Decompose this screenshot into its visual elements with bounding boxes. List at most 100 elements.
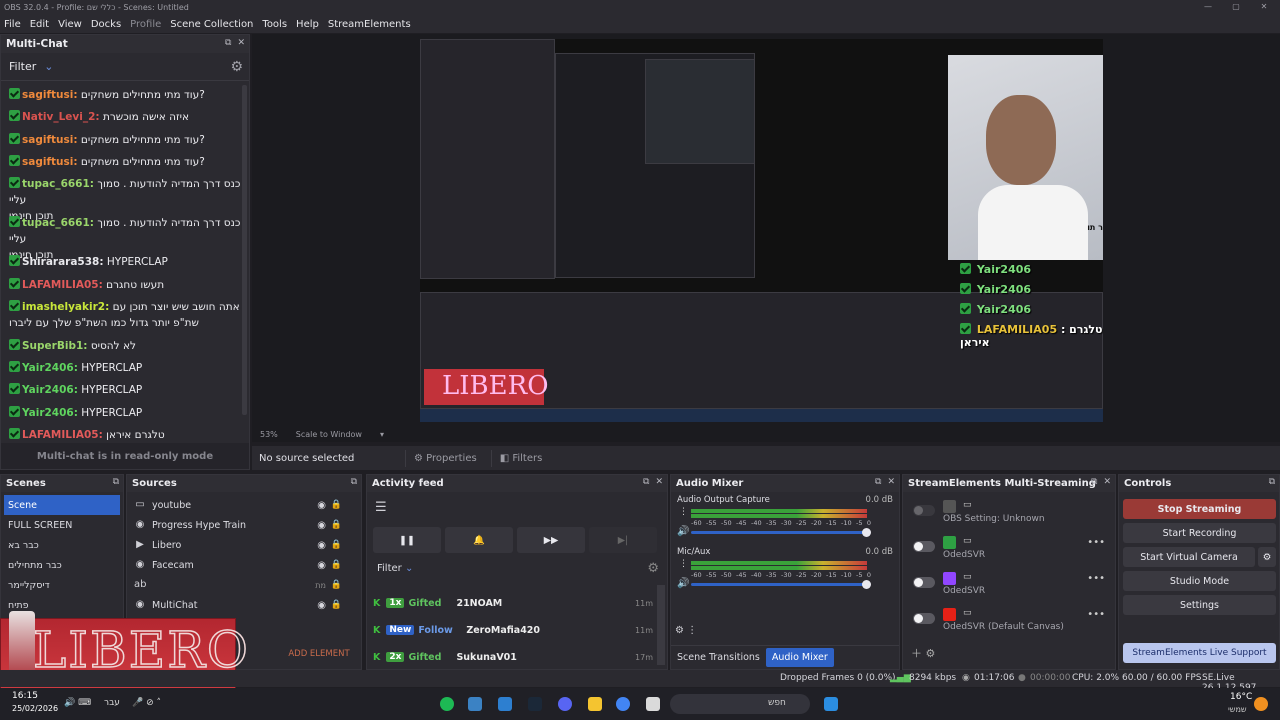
stream-toggle[interactable] [913, 613, 935, 624]
maximize-icon[interactable]: ▢ [1230, 2, 1242, 11]
close-window-icon[interactable]: ✕ [1258, 2, 1270, 11]
stop-streaming-button[interactable]: Stop Streaming [1123, 499, 1276, 519]
lock-icon[interactable]: 🔒 [331, 500, 342, 510]
gear-icon[interactable]: ⚙ [230, 59, 243, 75]
settings-button[interactable]: Settings [1123, 595, 1276, 615]
pause-button[interactable]: ❚❚ [373, 527, 441, 553]
lock-icon[interactable]: 🔒 [331, 520, 342, 530]
eye-icon[interactable]: ◉ [317, 520, 326, 531]
lock-icon[interactable]: 🔒 [331, 580, 342, 590]
scene-item[interactable]: דיסקליימר [4, 575, 120, 595]
chrome-icon[interactable] [616, 697, 630, 711]
add-icon[interactable]: ＋ ⚙ [911, 645, 935, 661]
hamburger-icon[interactable]: ☰ [375, 500, 387, 515]
weather-temp[interactable]: 16°C [1230, 692, 1252, 702]
scene-item[interactable]: Scene [4, 495, 120, 515]
speaker-icon[interactable]: 🔊 [677, 578, 689, 589]
close-dock-icon[interactable]: ✕ [655, 477, 663, 487]
channel-menu-icon[interactable]: ⋮ [679, 559, 688, 569]
source-item[interactable]: ab מת 🔒 [130, 575, 352, 595]
menu-streamelements[interactable]: StreamElements [328, 19, 411, 30]
menu-help[interactable]: Help [296, 19, 319, 30]
studio-mode-button[interactable]: Studio Mode [1123, 571, 1276, 591]
eye-icon[interactable]: ◉ [317, 560, 326, 571]
float-icon[interactable]: ⧉ [225, 38, 231, 48]
clock-date[interactable]: 25/02/2026 [12, 704, 58, 713]
source-item[interactable]: ◉ MultiChat ◉ 🔒 [130, 595, 352, 615]
stream-toggle[interactable] [913, 505, 935, 516]
speaker-icon[interactable]: 🔊 [677, 526, 689, 537]
activity-filter[interactable]: Filter ⌄ [377, 563, 413, 574]
float-icon[interactable]: ⧉ [643, 477, 649, 487]
eye-icon[interactable]: ◉ [317, 600, 326, 611]
source-item[interactable]: ▶ Libero ◉ 🔒 [130, 535, 352, 555]
close-dock-icon[interactable]: ✕ [237, 38, 245, 48]
menu-scene-collection[interactable]: Scene Collection [170, 19, 253, 30]
float-icon[interactable]: ⧉ [351, 477, 357, 487]
activity-row[interactable]: K New Follow ZeroMafia420 11m [373, 620, 661, 640]
chat-scrollbar[interactable] [242, 85, 247, 415]
more-icon[interactable]: ••• [1087, 573, 1105, 584]
windows-start-icon[interactable] [824, 697, 838, 711]
explorer-icon[interactable] [588, 697, 602, 711]
multichat-filter[interactable]: Filter ⌄ ⚙ [1, 53, 249, 81]
stream-toggle[interactable] [913, 577, 935, 588]
scene-item[interactable]: כבר מתחילים [4, 555, 120, 575]
channel-menu-icon[interactable]: ⋮ [679, 507, 688, 517]
filters-button[interactable]: ◧ Filters [490, 449, 551, 467]
discord-icon[interactable] [558, 697, 572, 711]
tray-icons[interactable]: 🔊 ⌨ [64, 698, 91, 708]
feed-scrollbar[interactable] [657, 585, 665, 665]
lock-icon[interactable]: 🔒 [331, 540, 342, 550]
source-item[interactable]: ▭ youtube ◉ 🔒 [130, 495, 352, 515]
more-icon[interactable]: ••• [1087, 537, 1105, 548]
activity-row[interactable]: K 2x Gifted SukunaV01 17m [373, 647, 661, 667]
start-recording-button[interactable]: Start Recording [1123, 523, 1276, 543]
menu-edit[interactable]: Edit [30, 19, 49, 30]
stream-target-row[interactable]: ▭ OdedSVR ••• [911, 571, 1111, 601]
language-indicator[interactable]: עבר [104, 698, 120, 708]
mixer-gear-icon[interactable]: ⚙ ⋮ [675, 625, 697, 636]
volume-slider[interactable] [691, 580, 871, 589]
stream-target-row[interactable]: ▭ OdedSVR (Default Canvas) ••• [911, 607, 1111, 637]
menu-tools[interactable]: Tools [262, 19, 287, 30]
tab-scene-transitions[interactable]: Scene Transitions [671, 648, 766, 667]
float-icon[interactable]: ⧉ [1269, 477, 1275, 487]
steam-icon[interactable] [528, 697, 542, 711]
menu-docks[interactable]: Docks [91, 19, 121, 30]
bell-icon[interactable]: 🔔 [445, 527, 513, 553]
stream-target-row[interactable]: ▭ OdedSVR ••• [911, 535, 1111, 565]
scene-item[interactable]: כבר בא [4, 535, 120, 555]
tab-audio-mixer[interactable]: Audio Mixer [765, 648, 834, 667]
app-icon-3[interactable] [646, 697, 660, 711]
menu-profile[interactable]: Profile [130, 19, 161, 30]
stream-target-row[interactable]: ▭ OBS Setting: Unknown [911, 499, 1111, 529]
tray-icons-2[interactable]: 🎤 ⊘ ˄ [132, 698, 161, 708]
minimize-icon[interactable]: — [1202, 2, 1214, 11]
gear-icon[interactable]: ⚙ [647, 561, 659, 576]
slider-knob[interactable] [862, 528, 871, 537]
lock-icon[interactable]: 🔒 [331, 600, 342, 610]
stream-toggle[interactable] [913, 541, 935, 552]
clock-time[interactable]: 16:15 [12, 691, 38, 701]
more-icon[interactable]: ••• [1087, 609, 1105, 620]
slider-knob[interactable] [862, 580, 871, 589]
source-item[interactable]: ◉ Facecam ◉ 🔒 [130, 555, 352, 575]
close-dock-icon[interactable]: ✕ [887, 477, 895, 487]
preview-area[interactable]: LIBERO ר תו Yair2406 Yair2406 Yair2406 L… [252, 34, 1280, 442]
spotify-icon[interactable] [440, 697, 454, 711]
add-element-button[interactable]: ADD ELEMENT [285, 645, 353, 663]
scene-item[interactable]: FULL SCREEN [4, 515, 120, 535]
volume-slider[interactable] [691, 528, 871, 537]
menu-file[interactable]: File [4, 19, 21, 30]
start-virtual-camera-button[interactable]: Start Virtual Camera [1123, 547, 1255, 567]
search-box[interactable]: חפש [670, 694, 810, 714]
menu-view[interactable]: View [58, 19, 82, 30]
properties-button[interactable]: ⚙ Properties [405, 449, 485, 467]
source-item[interactable]: ◉ Progress Hype Train ◉ 🔒 [130, 515, 352, 535]
live-support-button[interactable]: StreamElements Live Support [1123, 643, 1276, 663]
zoom-row[interactable]: 53% Scale to Window ▾ [260, 430, 384, 439]
stream-canvas[interactable]: LIBERO ר תו Yair2406 Yair2406 Yair2406 L… [420, 39, 1103, 422]
skip-end-button[interactable]: ▶| [589, 527, 657, 553]
float-icon[interactable]: ⧉ [875, 477, 881, 487]
